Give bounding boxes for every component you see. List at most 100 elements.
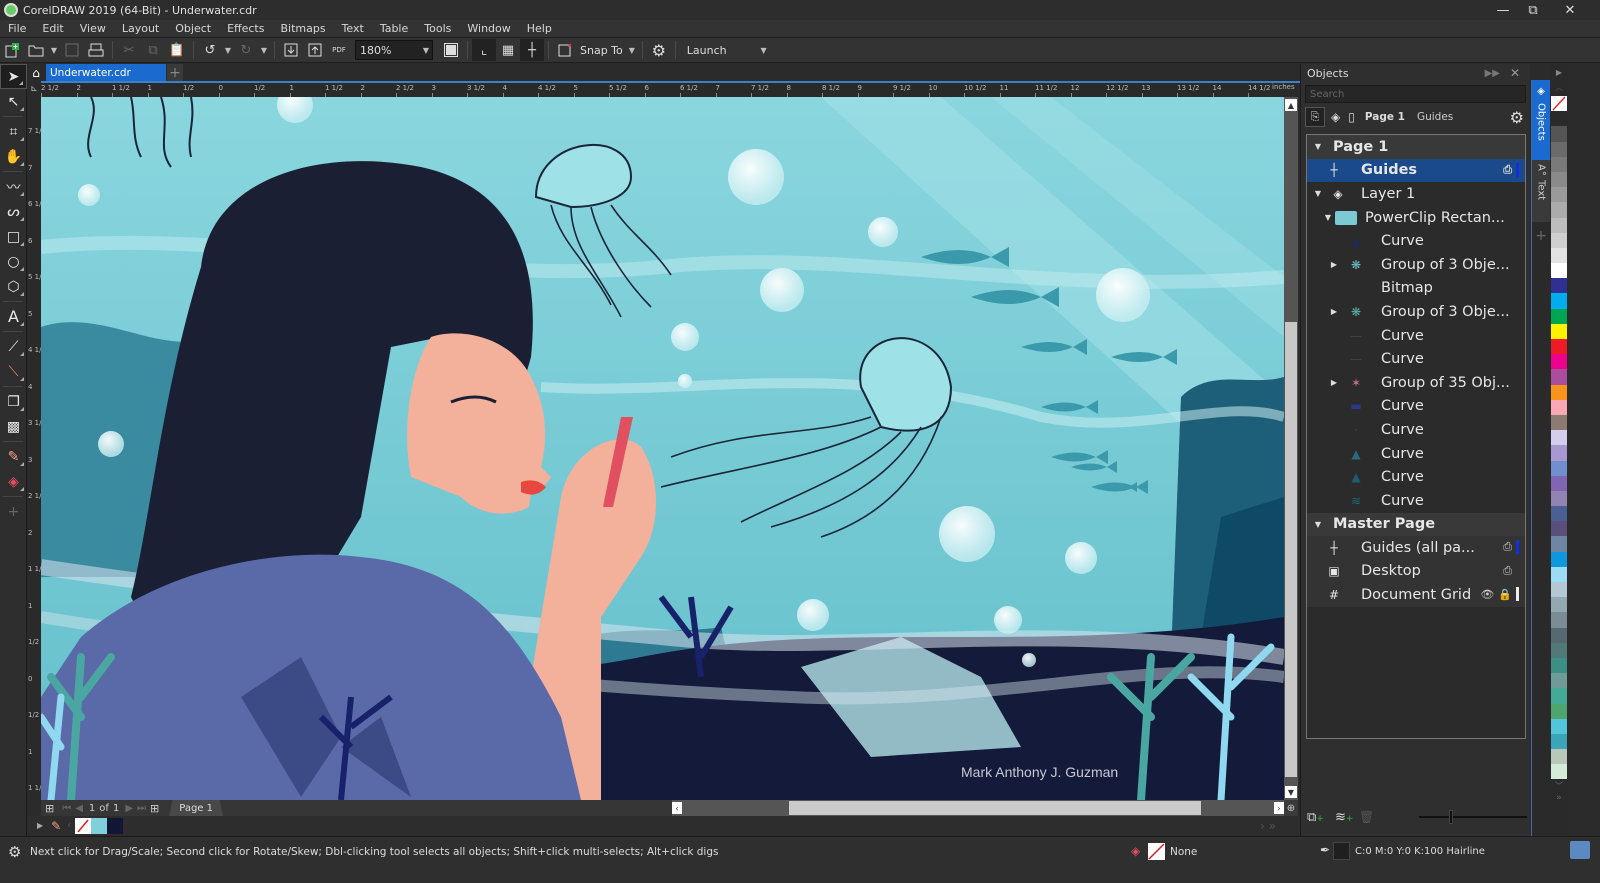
no-color-swatch[interactable] [75,817,92,834]
polygon-tool-icon[interactable]: ⬡ [0,274,27,299]
dimension-tool-icon[interactable]: ⟋ [0,334,27,359]
palette-color-swatch[interactable] [1551,156,1567,172]
menu-object[interactable]: Object [167,22,219,35]
palette-color-swatch[interactable] [1551,688,1567,704]
show-guidelines-icon[interactable]: ┼ [520,39,544,61]
transparency-tool-icon[interactable]: ▩ [0,414,27,439]
expand-arrow-icon[interactable]: ▼ [1311,189,1325,198]
pan-tool-icon[interactable]: ✋ [0,144,27,169]
redo-dropdown-icon[interactable]: ▼ [258,46,270,55]
lock-icon[interactable]: 🔒 [1498,588,1512,601]
palette-color-swatch[interactable] [1551,247,1567,264]
zoom-navigator-icon[interactable]: ⊕ [1284,800,1298,816]
fill-icon[interactable]: ◈ [1131,844,1140,858]
horizontal-ruler[interactable]: 2 1/2 2 1 1/2 1 1/2 0 1/2 1 1 1/2 2 2 1/2 3 3 1/2 4 4 … [27,81,1300,97]
text-tool-icon[interactable]: A [0,304,27,329]
horizontal-scroll-thumb[interactable] [789,801,1201,815]
expand-arrow-icon[interactable]: ▶ [1327,260,1341,269]
export-icon[interactable] [303,39,327,61]
palette-color-swatch[interactable] [1551,490,1567,507]
menu-edit[interactable]: Edit [34,22,71,35]
layers-icon[interactable]: ◈ [1331,110,1340,124]
tree-row-desktop[interactable]: ▣ Desktop ⎙ [1307,559,1525,584]
paste-icon[interactable]: 📋 [165,39,189,61]
menu-window[interactable]: Window [459,22,518,35]
undo-dropdown-icon[interactable]: ▼ [222,46,234,55]
scroll-right-button[interactable]: › [1274,802,1284,814]
snap-to-button[interactable]: Snap To [577,44,626,57]
publish-pdf-icon[interactable]: PDF [327,39,351,61]
status-options-gear-icon[interactable]: ⚙ [8,843,21,861]
new-layer-icon[interactable]: ⧉+ [1307,810,1324,825]
palette-color-swatch[interactable] [1551,597,1567,613]
thumbnail-size-slider[interactable] [1419,816,1527,818]
expand-arrow-icon[interactable]: ▶ [1327,378,1341,387]
palette-color-swatch[interactable] [1551,521,1567,537]
color-swatch[interactable] [107,817,124,834]
launch-dropdown-icon[interactable]: ▼ [758,46,770,55]
print-icon[interactable] [84,39,108,61]
palette-color-swatch[interactable] [1551,445,1567,461]
redo-icon[interactable]: ↻ [234,39,258,61]
new-master-layer-icon[interactable]: ≋+ [1335,810,1353,825]
palette-color-swatch[interactable] [1551,764,1567,780]
palette-color-swatch[interactable] [1551,627,1567,643]
menu-text[interactable]: Text [334,22,372,35]
palette-color-swatch[interactable] [1551,414,1567,431]
palette-scroll-left-icon[interactable]: ‹ [67,820,71,831]
palette-color-swatch[interactable] [1551,430,1567,446]
page-icon[interactable]: ▯ [1348,110,1355,124]
prev-page-icon[interactable]: ◀ [75,803,83,814]
menu-effects[interactable]: Effects [219,22,272,35]
ellipse-tool-icon[interactable]: ○ [0,249,27,274]
expand-arrow-icon[interactable]: ▼ [1311,520,1325,529]
color-swatch[interactable] [91,817,108,834]
tree-row-curve[interactable]: — Curve [1307,324,1525,348]
docker-guides-label[interactable]: Guides [1417,111,1453,123]
horizontal-scrollbar[interactable]: ‹ › [672,800,1284,816]
menu-tools[interactable]: Tools [416,22,459,35]
outline-color-swatch[interactable] [1333,842,1350,860]
tree-row-curve[interactable]: ≋ Curve [1307,489,1525,513]
tree-row-bitmap[interactable]: Bitmap [1307,277,1525,301]
palette-flyout-icon[interactable]: ▶ [1550,64,1568,82]
palette-expand-icon[interactable]: ▶ [37,821,43,830]
palette-color-swatch[interactable] [1551,323,1567,339]
rectangle-tool-icon[interactable]: □ [0,224,27,249]
palette-color-swatch[interactable] [1551,278,1567,294]
full-screen-icon[interactable] [439,39,463,61]
tree-row-group[interactable]: ▶ ❋ Group of 3 Obje... [1307,300,1525,324]
tree-row-curve[interactable]: ▲ Curve [1307,442,1525,466]
palette-color-swatch[interactable] [1551,263,1567,279]
palette-color-swatch[interactable] [1551,126,1567,142]
snap-off-icon[interactable] [553,39,577,61]
thumbnail-size-slider-handle[interactable] [1449,810,1453,824]
tree-row-curve[interactable]: — Curve [1307,347,1525,371]
tree-row-curve[interactable]: ▬ Curve [1307,395,1525,419]
tree-row-document-grid[interactable]: # Document Grid 👁 🔒 [1307,583,1525,607]
color-proofing-icon[interactable] [1570,841,1590,859]
shape-tool-icon[interactable]: ↖ [0,89,27,114]
printable-icon[interactable]: ⎙ [1503,163,1512,177]
tree-row-curve[interactable]: · Curve [1307,418,1525,442]
scroll-down-button[interactable]: ▼ [1285,786,1297,798]
options-gear-icon[interactable]: ⚙ [647,39,671,61]
eyedropper-icon[interactable]: ✎ [51,819,61,833]
close-button[interactable]: ✕ [1555,0,1585,20]
expand-arrow-icon[interactable]: ▶ [1327,307,1341,316]
tree-row-group[interactable]: ▶ ❋ Group of 3 Obje... [1307,253,1525,277]
palette-color-swatch[interactable] [1551,612,1567,628]
zoom-level-combo[interactable]: 180% ▼ [355,40,433,60]
palette-color-swatch[interactable] [1551,187,1567,203]
palette-scroll-down-icon[interactable]: ﹀ [1550,779,1568,793]
drop-shadow-tool-icon[interactable]: ❐ [0,389,27,414]
launch-button[interactable]: Launch [684,44,730,57]
tree-row-guides-all-pages[interactable]: ┼ Guides (all pa... ⎙ [1307,536,1525,560]
add-page-after-icon[interactable]: ⊞ [150,802,159,815]
drawing-canvas[interactable]: Mark Anthony J. Guzman [41,97,1284,800]
palette-color-swatch[interactable] [1551,217,1567,233]
printable-icon[interactable]: ⎙ [1503,540,1512,554]
palette-color-swatch[interactable] [1551,749,1567,765]
tree-row-curve[interactable]: ▲ Curve [1307,229,1525,253]
connector-tool-icon[interactable]: ⟍ [0,359,27,384]
